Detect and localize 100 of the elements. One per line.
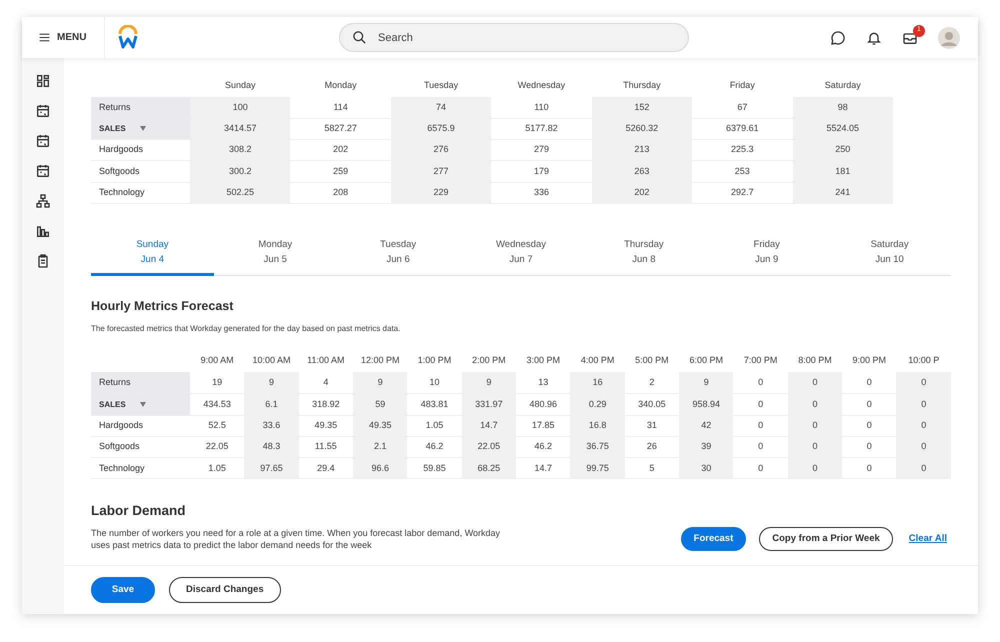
table-cell: 300.2	[190, 160, 290, 182]
table-cell: 5827.27	[290, 118, 391, 140]
table-cell: 5177.82	[491, 118, 592, 140]
calendar-icon[interactable]	[35, 163, 51, 179]
clear-link[interactable]: Clear All	[908, 532, 947, 546]
table-cell: 331.97	[462, 394, 516, 416]
table-cell: 279	[491, 140, 592, 161]
section-title: Labor Demand	[91, 503, 187, 520]
row-label: Hardgoods	[99, 144, 144, 154]
table-cell: 22.05	[462, 436, 516, 458]
table-cell: 241	[792, 182, 893, 204]
table-cell: 263	[592, 160, 692, 182]
table-cell: 9	[462, 372, 516, 394]
table-cell: 213	[592, 140, 692, 161]
secondary-button[interactable]: Copy from a Prior Week	[759, 527, 893, 552]
table-cell: 0	[788, 458, 842, 479]
day-tab[interactable]: Tuesday Jun 6	[336, 234, 460, 276]
section-description: The forecasted metrics that Workday generated for the day based on past metrics data.	[91, 323, 402, 336]
column-header: 11:00 AM	[298, 349, 354, 372]
table-cell: 9	[353, 372, 408, 394]
table-cell: 6379.61	[692, 118, 793, 140]
table-cell: 97.65	[244, 458, 299, 479]
row-label: Hardgoods	[99, 420, 144, 430]
search-field[interactable]: Search	[339, 23, 689, 52]
column-header: 10:00 AM	[244, 349, 299, 372]
table-cell: 74	[390, 97, 492, 118]
day-tab[interactable]: Friday Jun 9	[705, 234, 828, 276]
table-cell: 250	[792, 140, 893, 161]
primary-button[interactable]: Forecast	[680, 527, 746, 552]
table-cell: 225.3	[692, 140, 793, 161]
column-header: 7:00 PM	[733, 349, 788, 372]
table-cell: 292.7	[692, 182, 793, 204]
dropdown-icon[interactable]	[140, 402, 146, 407]
column-header: 9:00 AM	[190, 349, 244, 372]
table-cell: 229	[390, 182, 492, 204]
column-header: Wednesday	[516, 78, 566, 92]
column-header: 12:00 PM	[353, 349, 408, 372]
menu-icon	[38, 31, 51, 44]
day-tab[interactable]: Sunday Jun 4	[91, 234, 214, 276]
primary-button[interactable]: Save	[91, 577, 155, 603]
table-cell: 179	[491, 160, 592, 182]
table-cell: 33.6	[244, 415, 299, 436]
table-cell: 0	[896, 394, 951, 416]
calendar-icon[interactable]	[35, 133, 51, 149]
table-cell: 0	[896, 458, 951, 479]
table-cell: 208	[290, 182, 391, 204]
table-cell: 253	[692, 160, 793, 182]
table-cell: 0	[896, 415, 951, 436]
table-cell: 152	[592, 97, 692, 118]
table-cell: 259	[290, 160, 391, 182]
dashboard-icon[interactable]	[35, 73, 51, 89]
table-cell: 276	[390, 140, 492, 161]
table-cell: 48.3	[244, 436, 299, 458]
table-cell: 0.29	[570, 394, 625, 416]
column-header: 1:00 PM	[416, 354, 452, 368]
row-label: SALES	[99, 400, 126, 409]
day-tab[interactable]: Wednesday Jun 7	[460, 234, 582, 276]
table-cell: 99.75	[570, 458, 625, 479]
table-cell: 68.25	[462, 458, 516, 479]
dropdown-icon[interactable]	[140, 126, 146, 132]
table-cell: 0	[896, 372, 951, 394]
search-icon	[352, 30, 367, 45]
logo-icon	[117, 25, 139, 50]
table-cell: 5260.32	[592, 118, 692, 140]
calendar-icon[interactable]	[35, 103, 51, 119]
table-cell: 114	[290, 97, 391, 118]
column-header: Friday	[692, 74, 793, 97]
column-header: Tuesday	[390, 74, 492, 97]
notification-icon[interactable]	[866, 30, 882, 46]
row-label: SALES	[99, 124, 126, 134]
table-cell: 308.2	[190, 140, 290, 161]
column-header: 10:00 P	[896, 349, 951, 372]
table-cell: 9	[244, 372, 299, 394]
table-cell: 36.75	[570, 436, 625, 458]
section-description: The number of workers you need for a role at a given time. When you forecast labor demand, Workday uses past metrics data to predict the labor demand needs for the week	[91, 526, 502, 552]
row-label: Technology	[99, 187, 145, 198]
day-tab[interactable]: Saturday Jun 10	[828, 234, 952, 276]
column-header: 9:00 PM	[842, 349, 896, 372]
table-cell: 16.8	[570, 415, 625, 436]
table-cell: 9	[679, 372, 734, 394]
row-label: Returns	[99, 102, 131, 112]
day-tab[interactable]: Thursday Jun 8	[582, 234, 706, 276]
table-cell: 49.35	[353, 415, 408, 436]
section-title: Hourly Metrics Forecast	[91, 299, 234, 314]
row-label: Softgoods	[99, 166, 140, 176]
table-cell: 14.7	[462, 415, 516, 436]
table-cell: 59	[353, 394, 408, 416]
table-cell: 110	[491, 97, 592, 118]
table-cell: 6575.9	[390, 118, 492, 140]
org-chart-icon[interactable]	[35, 193, 51, 209]
table-cell: 5524.05	[792, 118, 893, 140]
secondary-button[interactable]: Discard Changes	[169, 577, 281, 603]
column-header: Saturday	[792, 74, 893, 97]
table-cell: 0	[896, 436, 951, 458]
column-header: Monday	[290, 74, 391, 97]
day-tab[interactable]: Monday Jun 5	[214, 234, 337, 276]
table-cell: 98	[792, 97, 893, 118]
column-header: 8:00 PM	[788, 349, 842, 372]
table-cell: 0	[788, 372, 842, 394]
chat-icon[interactable]	[830, 30, 846, 46]
